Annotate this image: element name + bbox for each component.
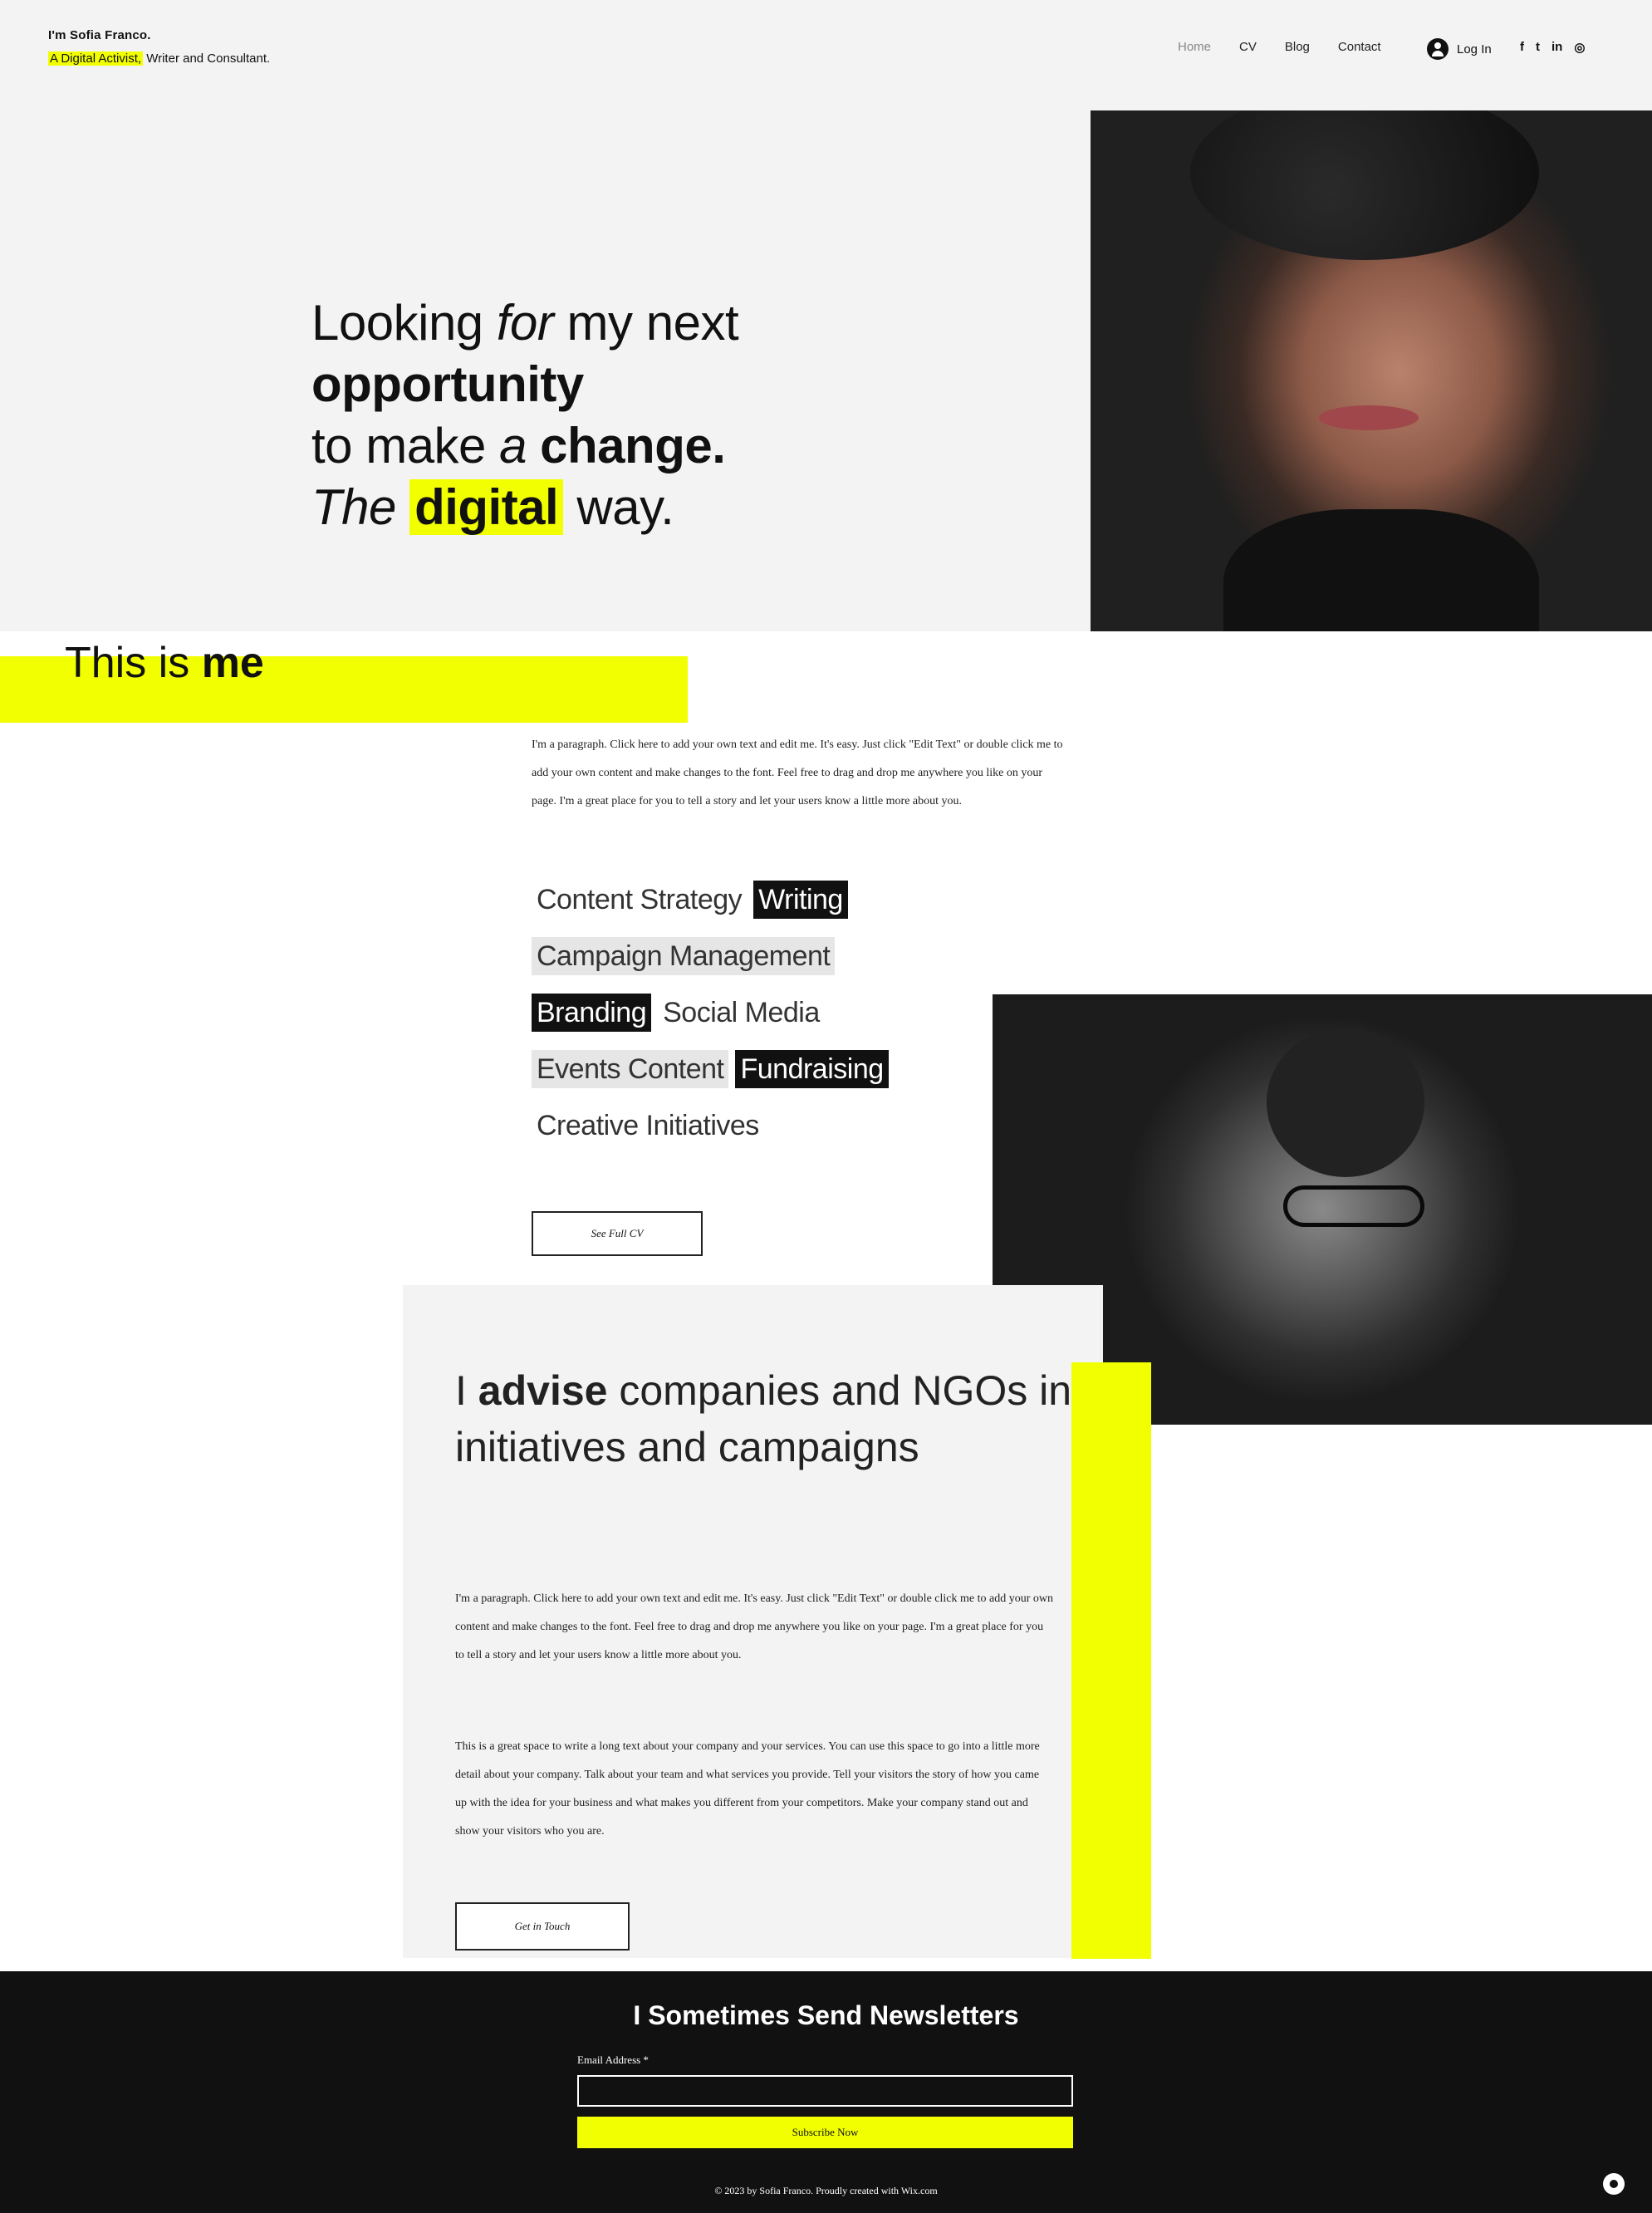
facebook-icon[interactable]: f [1520, 40, 1524, 55]
skill-social-media: Social Media [663, 997, 820, 1028]
about-title: This is me [65, 639, 264, 687]
skill-content-strategy: Content Strategy [537, 884, 743, 915]
skill-writing: Writing [753, 881, 848, 919]
twitter-icon[interactable]: t [1536, 40, 1540, 55]
see-full-cv-button[interactable]: See Full CV [532, 1211, 703, 1256]
subscribe-button[interactable]: Subscribe Now [577, 2117, 1073, 2148]
skill-branding: Branding [532, 994, 652, 1032]
newsletter-title: I Sometimes Send Newsletters [633, 2000, 1019, 2030]
login-label: Log In [1457, 42, 1492, 56]
social-bar: f t in ◎ [1520, 40, 1585, 55]
get-in-touch-button[interactable]: Get in Touch [455, 1902, 630, 1950]
email-label: Email Address * [577, 2054, 649, 2066]
advise-paragraph-1: I'm a paragraph. Click here to add your … [455, 1592, 1053, 1661]
tagline-highlight: A Digital Activist, [48, 52, 144, 66]
instagram-icon[interactable]: ◎ [1574, 40, 1585, 55]
hero-headline: Looking for my next opportunity to make … [311, 295, 739, 535]
site-tagline: A Digital Activist, Writer and Consultan… [48, 52, 270, 66]
advise-title: I advise companies and NGOs in initiativ… [455, 1367, 1072, 1470]
nav-contact[interactable]: Contact [1338, 40, 1381, 60]
main-nav: Home CV Blog Contact [1178, 40, 1381, 60]
about-paragraph: I'm a paragraph. Click here to add your … [532, 738, 1063, 807]
skill-campaign-management: Campaign Management [532, 937, 836, 975]
skills-list: Content Strategy Writing Campaign Manage… [532, 881, 963, 1163]
skill-creative-initiatives: Creative Initiatives [537, 1110, 759, 1141]
copyright-text: © 2023 by Sofia Franco. Proudly created … [714, 2185, 938, 2196]
linkedin-icon[interactable]: in [1552, 40, 1562, 55]
skill-events-content: Events Content [532, 1050, 729, 1088]
chat-icon[interactable] [1603, 2173, 1625, 2195]
user-avatar-icon [1427, 38, 1449, 60]
nav-blog[interactable]: Blog [1285, 40, 1310, 60]
advise-paragraph-2: This is a great space to write a long te… [455, 1740, 1040, 1838]
email-input[interactable] [577, 2075, 1073, 2107]
tagline-rest: Writer and Consultant. [143, 52, 271, 66]
login-button[interactable]: Log In [1427, 38, 1492, 60]
skill-fundraising: Fundraising [735, 1050, 889, 1088]
site-name[interactable]: I'm Sofia Franco. [48, 28, 151, 42]
nav-cv[interactable]: CV [1239, 40, 1257, 60]
nav-home[interactable]: Home [1178, 40, 1211, 60]
hero-portrait-image [1091, 110, 1652, 631]
